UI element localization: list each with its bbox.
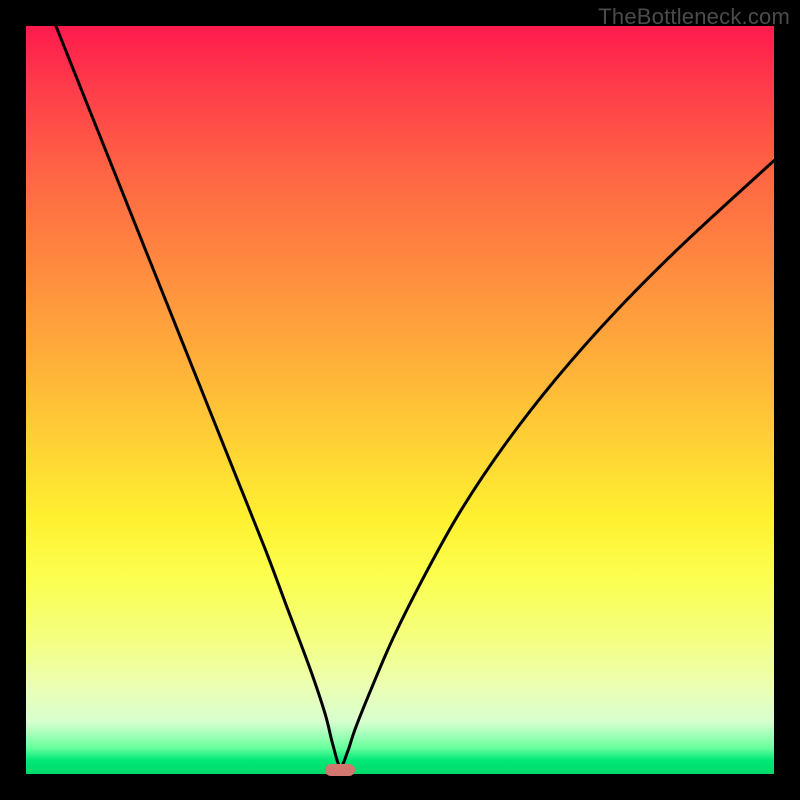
minimum-marker [325,764,355,776]
chart-frame [26,26,774,774]
bottleneck-curve [26,26,774,774]
